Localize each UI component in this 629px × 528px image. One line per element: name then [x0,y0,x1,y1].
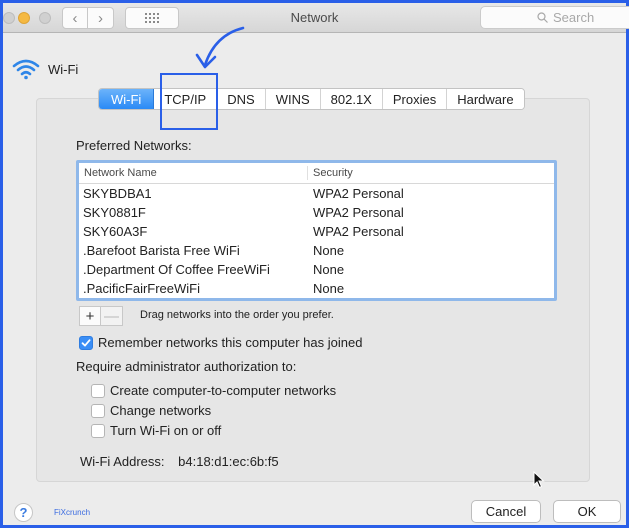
toggle-wifi-checkbox[interactable] [91,423,105,438]
wifi-address: Wi-Fi Address: b4:18:d1:ec:6b:f5 [80,454,279,469]
remember-networks-label: Remember networks this computer has join… [98,335,363,350]
interface-header: Wi-Fi [12,58,78,80]
network-security: None [313,262,345,277]
search-icon [537,12,548,23]
wifi-address-value: b4:18:d1:ec:6b:f5 [178,454,279,469]
search-field[interactable]: Search [480,6,629,29]
help-button[interactable]: ? [14,503,33,522]
admin-option-row[interactable]: Turn Wi-Fi on or off [91,423,221,438]
network-security: None [313,243,345,258]
titlebar: ‹ › Network Search [3,3,629,33]
network-name: .Barefoot Barista Free WiFi [83,243,240,258]
network-name: SKY0881F [83,205,146,220]
add-remove-buttons: + — [79,306,123,326]
tab-dns[interactable]: DNS [217,89,266,109]
column-header-network-name[interactable]: Network Name [79,166,308,180]
network-name: .PacificFairFreeWiFi [83,281,201,296]
annotation-arrow-icon [195,26,245,69]
toggle-wifi-label: Turn Wi-Fi on or off [110,423,222,438]
column-header-security[interactable]: Security [308,163,353,183]
admin-option-row[interactable]: Create computer-to-computer networks [91,383,336,398]
preferred-networks-table[interactable]: Network Name Security SKYBDBA1 WPA2 Pers… [76,160,557,301]
tab-hardware[interactable]: Hardware [447,89,524,109]
network-security: WPA2 Personal [313,186,404,201]
interface-label: Wi-Fi [48,61,79,77]
network-name: SKY60A3F [83,224,148,239]
wifi-icon [12,59,40,80]
table-row[interactable]: SKY60A3F WPA2 Personal [79,222,554,241]
tab-8021x[interactable]: 802.1X [320,89,383,109]
create-networks-label: Create computer-to-computer networks [110,383,337,398]
network-security: WPA2 Personal [313,224,404,239]
change-networks-checkbox[interactable] [91,403,105,418]
drag-hint: Drag networks into the order you prefer. [140,309,334,321]
watermark-logo: FiXcrunch [54,508,91,517]
remember-networks-checkbox[interactable] [79,335,93,350]
table-row[interactable]: SKY0881F WPA2 Personal [79,203,554,222]
table-row[interactable]: SKYBDBA1 WPA2 Personal [79,184,554,203]
add-network-button[interactable]: + [79,306,101,326]
table-row[interactable]: .Department Of Coffee FreeWiFi None [79,260,554,279]
require-admin-label: Require administrator authorization to: [76,359,297,374]
wifi-address-label: Wi-Fi Address: [80,454,165,469]
change-networks-label: Change networks [110,403,212,418]
create-networks-checkbox[interactable] [91,383,105,398]
mouse-cursor-icon [533,471,545,489]
search-placeholder: Search [553,10,595,25]
table-header: Network Name Security [79,163,554,184]
checkmark-icon [81,338,91,346]
table-row[interactable]: .Barefoot Barista Free WiFi None [79,241,554,260]
admin-option-row[interactable]: Change networks [91,403,211,418]
remember-networks-row[interactable]: Remember networks this computer has join… [79,335,362,350]
tab-wifi[interactable]: Wi-Fi [99,89,155,109]
tab-proxies[interactable]: Proxies [382,89,448,109]
preferred-networks-label: Preferred Networks: [76,138,192,153]
table-row[interactable]: .PacificFairFreeWiFi None [79,279,554,298]
network-name: .Department Of Coffee FreeWiFi [83,262,270,277]
tab-wins[interactable]: WINS [265,89,321,109]
network-security: WPA2 Personal [313,205,404,220]
ok-button[interactable]: OK [553,500,621,523]
annotation-highlight-box [160,73,218,130]
network-name: SKYBDBA1 [83,186,152,201]
network-security: None [313,281,345,296]
cancel-button[interactable]: Cancel [471,500,541,523]
remove-network-button[interactable]: — [101,306,123,326]
network-window: ‹ › Network Search Wi-Fi Wi-Fi TCP/IP DN… [3,3,629,525]
